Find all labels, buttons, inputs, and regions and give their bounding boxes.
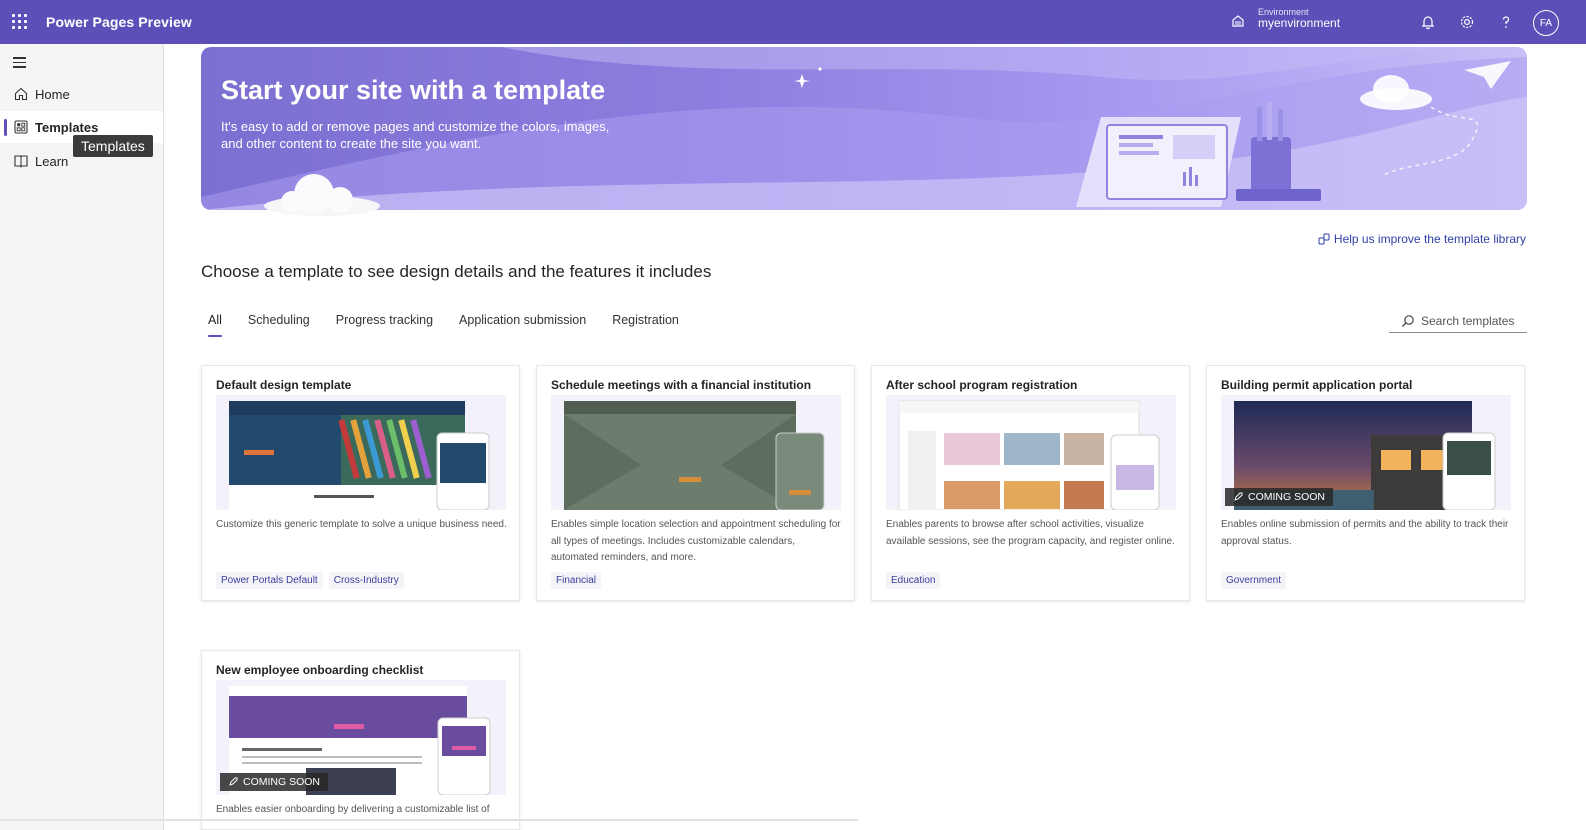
environment-picker[interactable]: Environment myenvironment — [1258, 7, 1340, 31]
sidebar-item-label: Learn — [35, 153, 69, 169]
card-preview-image: COMING SOON — [1221, 395, 1511, 510]
link-icon — [1318, 233, 1330, 245]
template-card-employee-onboarding[interactable]: New employee onboarding checklist COMING… — [201, 650, 520, 830]
help-improve-link[interactable]: Help us improve the template library — [1318, 232, 1526, 246]
template-card-default-design[interactable]: Default design template Customize this g… — [201, 365, 520, 601]
card-description: Enables simple location selection and ap… — [551, 519, 841, 563]
app-title[interactable]: Power Pages Preview — [46, 14, 192, 30]
card-description: Enables parents to browse after school a… — [886, 519, 1175, 547]
home-icon — [14, 87, 28, 101]
search-placeholder: Search templates — [1421, 313, 1515, 328]
coming-soon-badge: COMING SOON — [1225, 488, 1334, 506]
template-card-building-permit[interactable]: Building permit application portal COMIN… — [1206, 365, 1525, 601]
card-description: Enables online submission of permits and… — [1221, 519, 1509, 547]
template-card-after-school[interactable]: After school program registration Enable… — [871, 365, 1190, 601]
search-input[interactable]: Search templates — [1389, 309, 1527, 333]
tag[interactable]: Cross-Industry — [328, 572, 404, 589]
coming-soon-badge: COMING SOON — [220, 773, 329, 791]
environment-name: myenvironment — [1258, 16, 1341, 31]
divider — [0, 819, 858, 821]
tab-all[interactable]: All — [208, 313, 222, 337]
card-title: After school program registration — [886, 378, 1078, 392]
card-tags: Education — [886, 572, 941, 589]
card-tags: Power Portals Default Cross-Industry — [216, 572, 404, 589]
tab-application-submission[interactable]: Application submission — [459, 313, 586, 337]
card-title: Default design template — [216, 378, 352, 392]
rocket-icon — [229, 777, 238, 786]
hero-subtitle: It's easy to add or remove pages and cus… — [221, 119, 610, 151]
coming-soon-label: COMING SOON — [1248, 491, 1326, 503]
card-description: Enables easier onboarding by delivering … — [216, 804, 490, 815]
gear-icon[interactable] — [1458, 13, 1476, 31]
rocket-icon — [1234, 492, 1243, 501]
top-bar: Power Pages Preview Environment myenviro… — [0, 0, 1586, 44]
card-tags: Government — [1221, 572, 1287, 589]
menu-toggle-icon[interactable] — [13, 57, 27, 68]
hero-banner: Start your site with a template It's eas… — [201, 47, 1527, 210]
card-description: Customize this generic template to solve… — [216, 519, 507, 530]
card-title: New employee onboarding checklist — [216, 663, 424, 677]
sidebar-item-label: Templates — [35, 119, 99, 135]
card-preview-image — [216, 395, 506, 510]
tooltip: Templates — [73, 135, 153, 157]
card-title: Building permit application portal — [1221, 378, 1413, 392]
coming-soon-label: COMING SOON — [243, 776, 321, 788]
tag[interactable]: Financial — [551, 572, 602, 589]
help-icon[interactable] — [1497, 13, 1515, 31]
sidebar-item-label: Home — [35, 86, 70, 102]
avatar[interactable]: FA — [1533, 10, 1559, 36]
book-icon — [14, 155, 28, 168]
tab-progress-tracking[interactable]: Progress tracking — [336, 313, 433, 337]
card-tags: Financial — [551, 572, 602, 589]
tag[interactable]: Education — [886, 572, 941, 589]
tab-scheduling[interactable]: Scheduling — [248, 313, 310, 337]
tag[interactable]: Power Portals Default — [216, 572, 323, 589]
tab-registration[interactable]: Registration — [612, 313, 679, 337]
sparkle-icon — [794, 67, 822, 88]
card-preview-image: COMING SOON — [216, 680, 506, 795]
card-preview-image — [886, 395, 1176, 510]
help-improve-label: Help us improve the template library — [1333, 232, 1526, 246]
cloud-illustration — [264, 174, 380, 216]
bell-icon[interactable] — [1419, 13, 1437, 31]
template-card-financial-meetings[interactable]: Schedule meetings with a financial insti… — [536, 365, 855, 601]
category-tabs: All Scheduling Progress tracking Applica… — [208, 313, 705, 337]
search-icon — [1402, 314, 1414, 327]
section-title: Choose a template to see design details … — [201, 262, 712, 281]
app-launcher-icon[interactable] — [12, 14, 28, 30]
sidebar-item-home[interactable]: Home — [0, 78, 163, 110]
sidebar: Home Templates Learn — [0, 44, 164, 830]
tag[interactable]: Government — [1221, 572, 1287, 589]
hero-title: Start your site with a template — [221, 75, 606, 105]
environment-icon[interactable] — [1231, 14, 1245, 28]
card-preview-image — [551, 395, 841, 510]
templates-icon — [14, 120, 28, 134]
card-title: Schedule meetings with a financial insti… — [551, 378, 812, 392]
